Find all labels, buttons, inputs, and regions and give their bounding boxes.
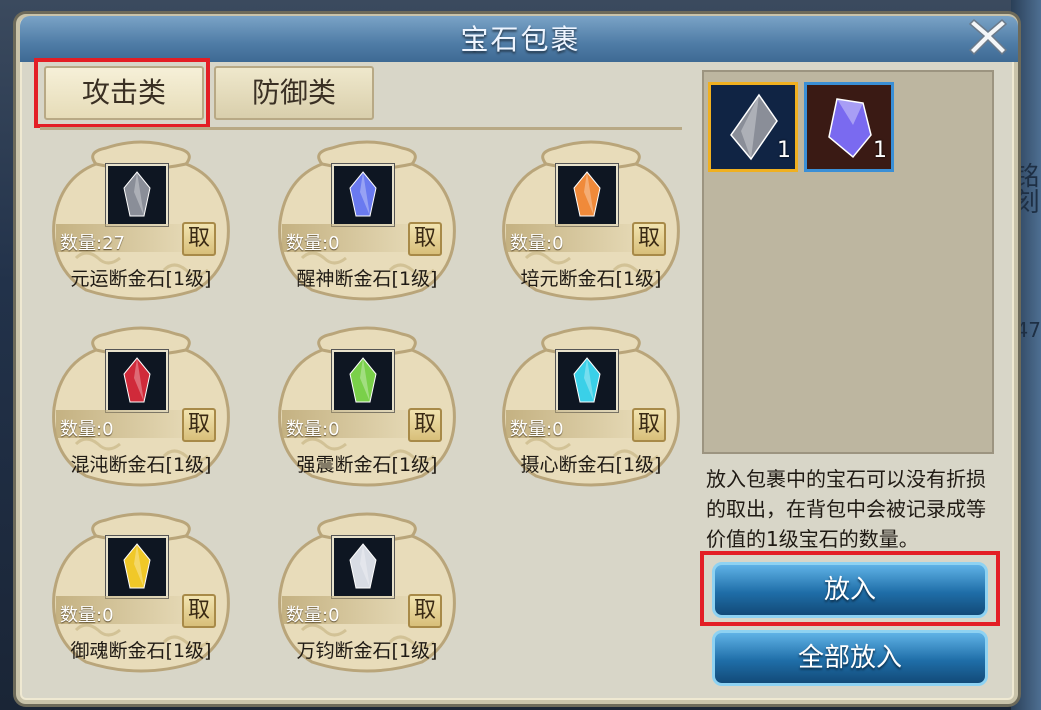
- gem-icon: [332, 536, 394, 598]
- bag-slot-1-count: 1: [777, 138, 791, 163]
- take-button[interactable]: 取: [182, 594, 216, 628]
- bag-slot-2[interactable]: 1: [804, 82, 894, 172]
- gem-cell: 数量:0 取 御魂断金石[1级]: [46, 510, 236, 680]
- gem-cell: 数量:0 取 强震断金石[1级]: [272, 324, 462, 494]
- gem-quantity: 数量:0: [510, 233, 564, 254]
- take-button[interactable]: 取: [408, 222, 442, 256]
- gem-icon: [332, 350, 394, 412]
- gem-name: 摄心断金石[1级]: [520, 454, 662, 476]
- take-button[interactable]: 取: [632, 408, 666, 442]
- bag-slot-1[interactable]: 1: [708, 82, 798, 172]
- gem-name: 强震断金石[1级]: [296, 454, 438, 476]
- window-title: 宝石包裹: [460, 23, 581, 56]
- gem-icon: [332, 164, 394, 226]
- hint-text: 放入包裹中的宝石可以没有折损的取出，在背包中会被记录成等价值的1级宝石的数量。: [706, 467, 986, 551]
- tab-defense[interactable]: 防御类: [214, 66, 374, 120]
- gem-cell: 数量:0 取 培元断金石[1级]: [496, 138, 686, 308]
- gem-quantity: 数量:0: [286, 233, 340, 254]
- gem-icon: [556, 350, 618, 412]
- gem-name: 培元断金石[1级]: [520, 268, 662, 290]
- gem-icon: [556, 164, 618, 226]
- gem-quantity: 数量:0: [60, 419, 114, 440]
- gem-quantity: 数量:0: [286, 605, 340, 626]
- put-in-highlight-box: [700, 551, 1000, 626]
- take-button[interactable]: 取: [632, 222, 666, 256]
- take-button[interactable]: 取: [182, 408, 216, 442]
- tab-divider: [40, 127, 682, 130]
- take-button[interactable]: 取: [182, 222, 216, 256]
- gem-name: 万钧断金石[1级]: [296, 640, 438, 662]
- gem-cell: 数量:0 取 摄心断金石[1级]: [496, 324, 686, 494]
- take-button[interactable]: 取: [408, 408, 442, 442]
- bag-slot-2-count: 1: [873, 138, 887, 163]
- gem-cell: 数量:0 取 混沌断金石[1级]: [46, 324, 236, 494]
- close-icon: [968, 18, 1008, 56]
- gem-icon: [106, 350, 168, 412]
- gem-name: 元运断金石[1级]: [70, 268, 212, 290]
- gem-cell: 数量:0 取 万钧断金石[1级]: [272, 510, 462, 680]
- gem-icon: [106, 536, 168, 598]
- gem-quantity: 数量:0: [510, 419, 564, 440]
- gem-quantity: 数量:0: [60, 605, 114, 626]
- gem-cell: 数量:27 取 元运断金石[1级]: [46, 138, 236, 308]
- gem-quantity: 数量:27: [60, 233, 125, 254]
- gem-name: 混沌断金石[1级]: [70, 454, 212, 476]
- gem-quantity: 数量:0: [286, 419, 340, 440]
- gem-cell: 数量:0 取 醒神断金石[1级]: [272, 138, 462, 308]
- close-button[interactable]: [966, 14, 1010, 58]
- gem-icon: [106, 164, 168, 226]
- gem-name: 醒神断金石[1级]: [296, 268, 438, 290]
- put-all-button[interactable]: 全部放入: [712, 630, 988, 686]
- tab-highlight-box: [34, 58, 210, 128]
- gem-name: 御魂断金石[1级]: [70, 640, 212, 662]
- take-button[interactable]: 取: [408, 594, 442, 628]
